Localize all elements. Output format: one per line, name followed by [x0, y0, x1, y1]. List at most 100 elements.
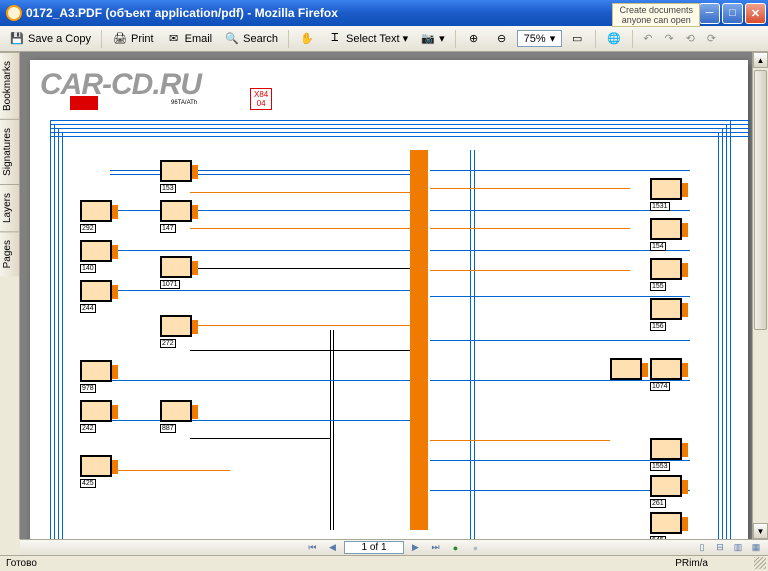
pdf-toolbar: 💾 Save a Copy 🖨 Print ✉ Email 🔍 Search ✋…	[0, 26, 768, 52]
document-viewport[interactable]: CAR-CD.RU 96TA/ATh X84 04	[20, 52, 768, 539]
resize-grip[interactable]	[754, 557, 766, 569]
rotate-button[interactable]: 🌐	[601, 28, 627, 50]
single-page-view-button[interactable]: ▯	[694, 541, 710, 555]
redo-rotate-button[interactable]: ⟳	[702, 29, 721, 48]
side-panel-tabs: Bookmarks Signatures Layers Pages	[0, 52, 20, 539]
zoom-out-icon: ⊖	[494, 31, 510, 47]
component-box	[80, 240, 112, 262]
page-navigation-bar: ⏮ ◀ 1 of 1 ▶ ⏭ ● ● ▯ ⊟ ▥ ▦	[20, 539, 768, 555]
status-bar: Готово PRim/a	[0, 555, 768, 571]
component-box	[80, 400, 112, 422]
next-page-button[interactable]: ▶	[408, 541, 424, 555]
component-box	[160, 315, 192, 337]
prev-page-button[interactable]: ◀	[324, 541, 340, 555]
component-label: 156	[650, 322, 666, 331]
email-icon: ✉	[166, 31, 182, 47]
minimize-button[interactable]: ─	[699, 3, 720, 24]
scroll-down-button[interactable]: ▼	[753, 523, 768, 539]
component-label: 261	[650, 499, 666, 508]
rotate-icon: 🌐	[606, 31, 622, 47]
component-label: 140	[80, 264, 96, 273]
select-text-button[interactable]: Ꮖ Select Text ▾	[322, 28, 413, 50]
next-view-button[interactable]: ↷	[659, 29, 678, 48]
tab-layers[interactable]: Layers	[0, 184, 19, 231]
undo-rotate-button[interactable]: ⟲	[681, 29, 700, 48]
zoom-level-select[interactable]: 75% ▾	[517, 30, 563, 47]
component-box	[160, 256, 192, 278]
component-label: 1531	[650, 202, 670, 211]
window-title: 0172_A3.PDF (объект application/pdf) - M…	[26, 6, 699, 20]
component-box	[650, 512, 682, 534]
component-box	[650, 258, 682, 280]
component-box	[610, 358, 642, 380]
component-label: 155	[650, 282, 666, 291]
search-button[interactable]: 🔍 Search	[219, 28, 283, 50]
component-label: 887	[160, 424, 176, 433]
zoom-in-icon: ⊕	[466, 31, 482, 47]
print-button[interactable]: 🖨 Print	[107, 28, 159, 50]
component-box	[650, 438, 682, 460]
last-page-button[interactable]: ⏭	[428, 541, 444, 555]
continuous-facing-button[interactable]: ▦	[748, 541, 764, 555]
component-box	[80, 455, 112, 477]
central-bus	[410, 150, 428, 530]
tab-signatures[interactable]: Signatures	[0, 119, 19, 184]
close-button[interactable]: ✕	[745, 3, 766, 24]
scroll-up-button[interactable]: ▲	[753, 52, 768, 68]
nav-back-button[interactable]: ●	[448, 541, 464, 555]
facing-view-button[interactable]: ▥	[730, 541, 746, 555]
text-cursor-icon: Ꮖ	[327, 31, 343, 47]
maximize-button[interactable]: □	[722, 3, 743, 24]
hand-icon: ✋	[299, 31, 315, 47]
component-label: 153	[160, 184, 176, 193]
component-label: 1553	[650, 462, 670, 471]
adobe-upsell[interactable]: Create documents anyone can open	[612, 3, 700, 27]
first-page-button[interactable]: ⏮	[304, 541, 320, 555]
prev-view-button[interactable]: ↶	[638, 29, 657, 48]
page-indicator[interactable]: 1 of 1	[344, 541, 403, 554]
component-box	[650, 298, 682, 320]
component-box	[80, 280, 112, 302]
workspace: Bookmarks Signatures Layers Pages CAR-CD…	[0, 52, 768, 539]
floppy-icon: 💾	[9, 31, 25, 47]
printer-icon: 🖨	[112, 31, 128, 47]
chevron-down-icon: ▾	[403, 32, 409, 45]
component-label: 978	[80, 384, 96, 393]
nav-forward-button[interactable]: ●	[468, 541, 484, 555]
tab-bookmarks[interactable]: Bookmarks	[0, 52, 19, 119]
zoom-in-button[interactable]: ⊕	[461, 28, 487, 50]
save-copy-button[interactable]: 💾 Save a Copy	[4, 28, 96, 50]
chevron-down-icon: ▾	[550, 32, 556, 45]
component-box	[80, 360, 112, 382]
component-label: 292	[80, 224, 96, 233]
scroll-thumb[interactable]	[754, 70, 767, 330]
wiring-diagram: 96TA/ATh X84 04	[30, 60, 748, 539]
binoculars-icon: 🔍	[224, 31, 240, 47]
hand-tool-button[interactable]: ✋	[294, 28, 320, 50]
snapshot-button[interactable]: 📷▾	[415, 28, 450, 50]
vertical-scrollbar[interactable]: ▲ ▼	[752, 52, 768, 539]
component-label: 147	[160, 224, 176, 233]
component-box	[650, 178, 682, 200]
component-label: 244	[80, 304, 96, 313]
component-label: 272	[160, 339, 176, 348]
component-box	[160, 400, 192, 422]
chevron-down-icon: ▾	[439, 32, 445, 45]
component-label: 1074	[650, 382, 670, 391]
firefox-icon	[6, 5, 22, 21]
zoom-out-button[interactable]: ⊖	[489, 28, 515, 50]
continuous-view-button[interactable]: ⊟	[712, 541, 728, 555]
component-label: 1071	[160, 280, 180, 289]
email-button[interactable]: ✉ Email	[161, 28, 218, 50]
bus-mark-1: 14	[412, 240, 426, 254]
component-label: 425	[80, 479, 96, 488]
tab-pages[interactable]: Pages	[0, 231, 19, 276]
fit-page-button[interactable]: ▭	[564, 28, 590, 50]
component-box	[160, 160, 192, 182]
watermark-text: CAR-CD.RU	[40, 68, 201, 102]
diagram-id-box: X84 04	[250, 88, 272, 110]
status-text: Готово	[6, 558, 37, 569]
fit-page-icon: ▭	[569, 31, 585, 47]
component-box	[650, 475, 682, 497]
component-box	[80, 200, 112, 222]
